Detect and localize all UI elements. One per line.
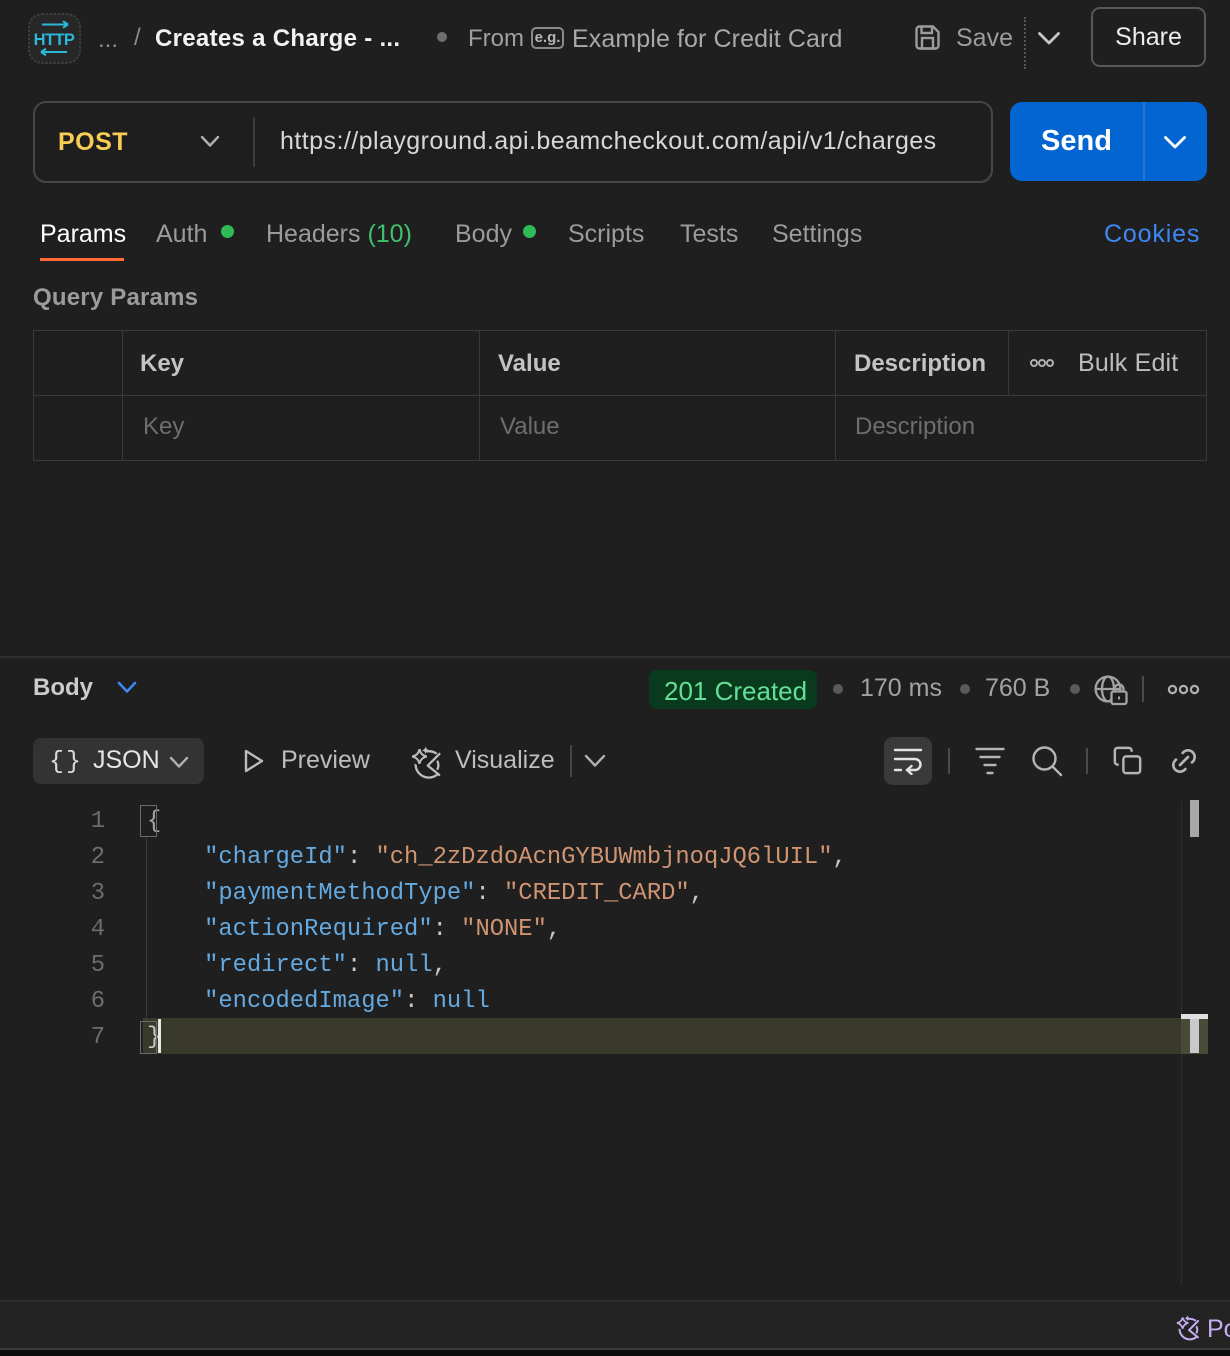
svg-text:HTTP: HTTP: [34, 31, 75, 49]
